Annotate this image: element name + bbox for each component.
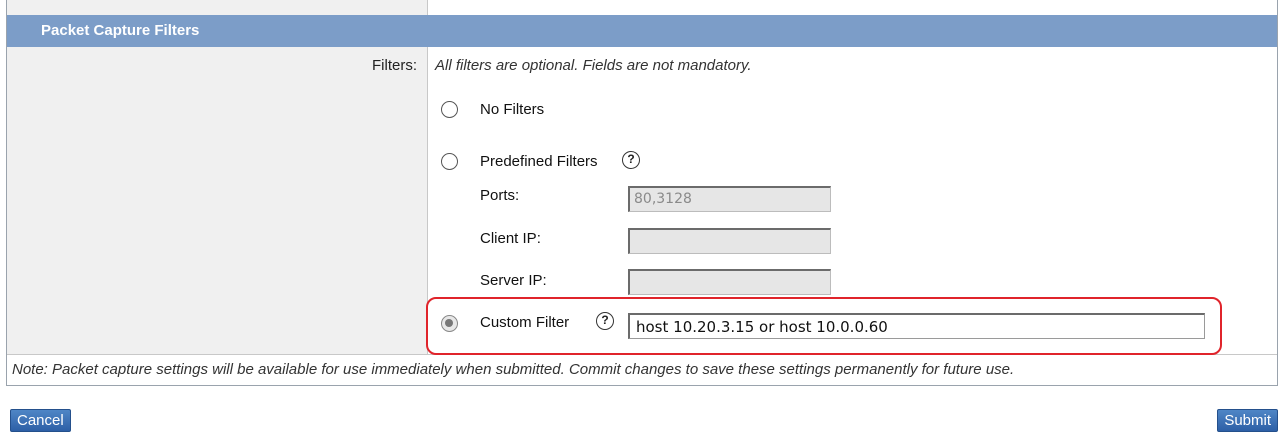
client-ip-input[interactable] [628,228,831,254]
custom-help-icon[interactable]: ? [596,312,614,330]
custom-filter-label: Custom Filter [480,314,570,331]
no-filters-label: No Filters [480,101,545,118]
predefined-help-icon[interactable]: ? [622,151,640,169]
no-filters-radio[interactable] [441,101,458,118]
server-ip-label: Server IP: [480,272,547,289]
filters-column: All filters are optional. Fields are not… [429,47,1279,354]
submit-button[interactable]: Submit [1217,409,1278,432]
predefined-filters-radio[interactable] [441,153,458,170]
cancel-button[interactable]: Cancel [10,409,71,432]
note-text: Note: Packet capture settings will be av… [7,354,1277,386]
ports-label: Ports: [480,187,520,204]
label-column: Filters: [7,47,428,354]
top-strip-left [7,0,428,15]
filters-label: Filters: [372,57,417,74]
predefined-filters-label: Predefined Filters [480,153,598,170]
packet-capture-panel: Packet Capture Filters Filters: All filt… [6,0,1278,386]
section-header: Packet Capture Filters [7,15,1277,47]
server-ip-input[interactable] [628,269,831,295]
ports-input[interactable]: 80,3128 [628,186,831,212]
custom-filter-radio[interactable] [441,315,458,332]
filters-hint: All filters are optional. Fields are not… [435,57,752,74]
custom-filter-input[interactable]: host 10.20.3.15 or host 10.0.0.60 [628,313,1205,339]
client-ip-label: Client IP: [480,230,541,247]
top-strip [7,0,1277,15]
